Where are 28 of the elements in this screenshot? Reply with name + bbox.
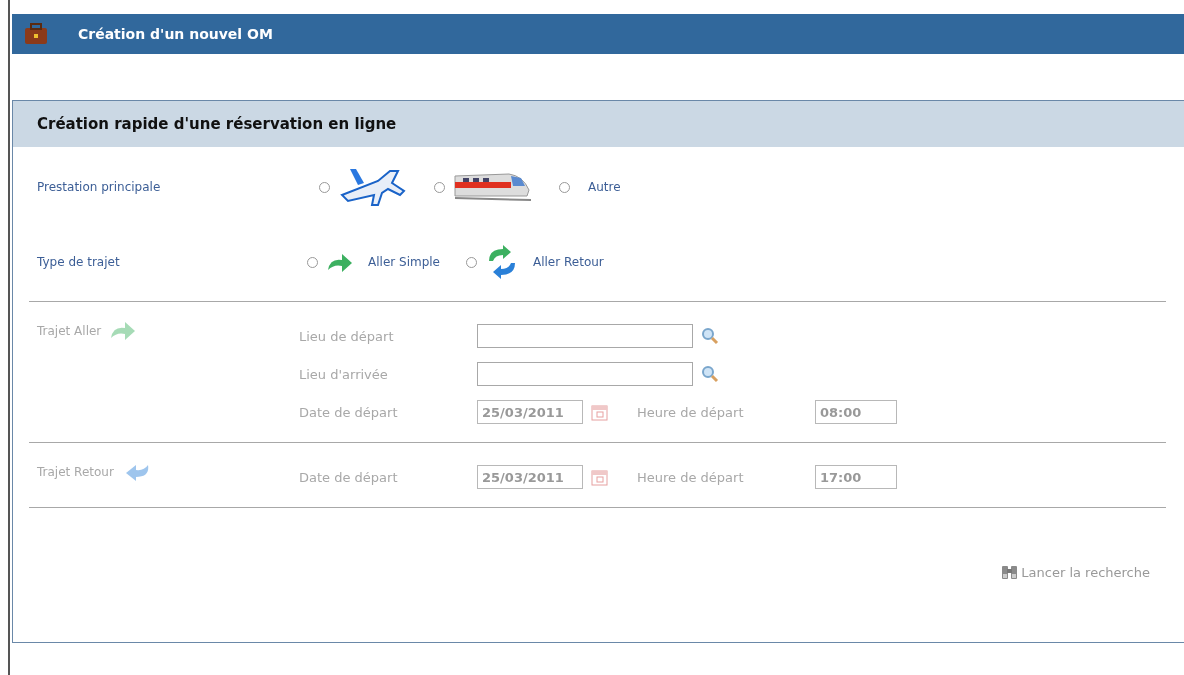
curved-arrow-icon <box>326 252 354 272</box>
field-label: Heure de départ <box>637 469 745 485</box>
radio-button[interactable] <box>307 256 318 268</box>
search-icon <box>701 327 719 345</box>
radio-button[interactable] <box>466 256 477 268</box>
field-label: Heure de départ <box>637 404 745 420</box>
field-label: Lieu d'arrivée <box>299 366 389 382</box>
option-label: Aller Retour <box>533 255 604 269</box>
radio-button[interactable] <box>319 181 330 193</box>
radio-button[interactable] <box>559 181 570 193</box>
section-label: Trajet Aller <box>37 324 102 338</box>
calendar-icon <box>591 468 609 486</box>
field-label: Lieu de départ <box>299 328 395 344</box>
field-label: Prestation principale <box>37 180 162 194</box>
binoculars-icon <box>1001 564 1020 580</box>
field-label: Date de départ <box>299 469 399 485</box>
panel-title: Création rapide d'une réservation en ligne <box>13 101 1184 147</box>
section-label: Trajet Retour <box>37 465 114 479</box>
header-title: Création d'un nouvel OM <box>78 26 273 42</box>
option-label: Aller Simple <box>368 255 440 269</box>
train-icon <box>453 170 533 204</box>
calendar-icon <box>591 403 609 421</box>
briefcase-icon <box>24 23 48 45</box>
field-label: Date de départ <box>299 404 399 420</box>
option-label: Autre <box>588 180 621 194</box>
search-icon <box>701 365 719 383</box>
field-label: Type de trajet <box>37 255 121 269</box>
radio-button[interactable] <box>434 181 445 193</box>
